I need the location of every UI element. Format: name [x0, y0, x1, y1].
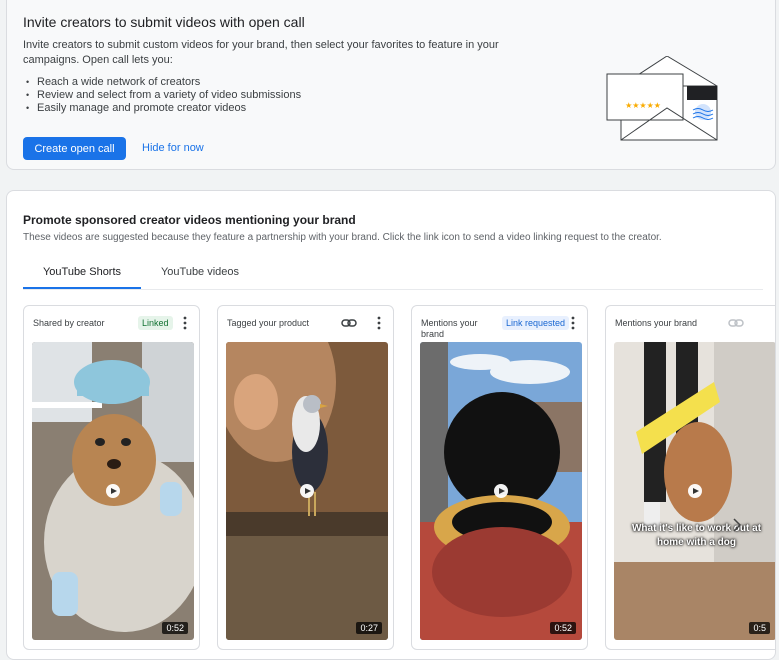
rating-stars: ★★★★★	[625, 101, 661, 110]
video-source-label: Tagged your product	[227, 318, 310, 328]
more-options-icon[interactable]	[373, 316, 385, 330]
promote-title: Promote sponsored creator videos mention…	[23, 213, 356, 227]
video-caption: What it's like to work out at home with …	[631, 523, 762, 548]
linked-badge: Linked	[138, 316, 173, 330]
open-call-card: Invite creators to submit videos with op…	[6, 0, 776, 170]
video-source-label: Mentions your brand	[615, 318, 698, 328]
video-card[interactable]: Mentions your brand What it's like to wo…	[605, 305, 775, 650]
video-thumbnail[interactable]: 0:27	[226, 342, 388, 640]
tab-divider	[23, 289, 763, 290]
envelope-illustration-icon: ★★★★★	[606, 56, 718, 141]
tab-youtube-shorts[interactable]: YouTube Shorts	[23, 257, 141, 289]
hide-for-now-button[interactable]: Hide for now	[137, 137, 209, 160]
promote-subtitle: These videos are suggested because they …	[23, 232, 662, 243]
chevron-right-icon[interactable]	[732, 518, 742, 532]
play-icon[interactable]	[494, 484, 508, 498]
more-options-icon[interactable]	[179, 316, 191, 330]
video-card[interactable]: Shared by creator Linked 0:52	[23, 305, 200, 650]
play-icon[interactable]	[106, 484, 120, 498]
open-call-description: Invite creators to submit custom videos …	[23, 39, 499, 66]
video-thumbnail[interactable]: 0:52	[420, 342, 582, 640]
video-duration: 0:52	[162, 622, 188, 634]
promote-videos-card: Promote sponsored creator videos mention…	[6, 190, 776, 660]
create-open-call-button[interactable]: Create open call	[23, 137, 126, 160]
video-thumbnail[interactable]: 0:52	[32, 342, 194, 640]
benefit-item: Reach a wide network of creators	[23, 76, 301, 89]
video-duration: 0:5	[749, 622, 770, 634]
benefit-item: Easily manage and promote creator videos	[23, 102, 301, 115]
video-thumbnail[interactable]: What it's like to work out at home with …	[614, 342, 775, 640]
play-icon[interactable]	[688, 484, 702, 498]
video-source-label: Shared by creator	[33, 318, 105, 328]
more-options-icon[interactable]	[567, 316, 579, 330]
open-call-benefits-list: Reach a wide network of creators Review …	[23, 76, 301, 115]
video-card[interactable]: Mentions your brand Link requested 0:52	[411, 305, 588, 650]
play-icon[interactable]	[300, 484, 314, 498]
video-card[interactable]: Tagged your product 0:27	[217, 305, 394, 650]
tab-youtube-videos[interactable]: YouTube videos	[155, 257, 245, 287]
open-call-title: Invite creators to submit videos with op…	[23, 14, 305, 30]
video-duration: 0:27	[356, 622, 382, 634]
video-duration: 0:52	[550, 622, 576, 634]
link-icon[interactable]	[341, 317, 357, 329]
benefit-item: Review and select from a variety of vide…	[23, 89, 301, 102]
link-icon[interactable]	[728, 317, 744, 329]
link-requested-badge: Link requested	[502, 316, 570, 330]
video-source-label: Mentions your brand	[421, 318, 478, 339]
